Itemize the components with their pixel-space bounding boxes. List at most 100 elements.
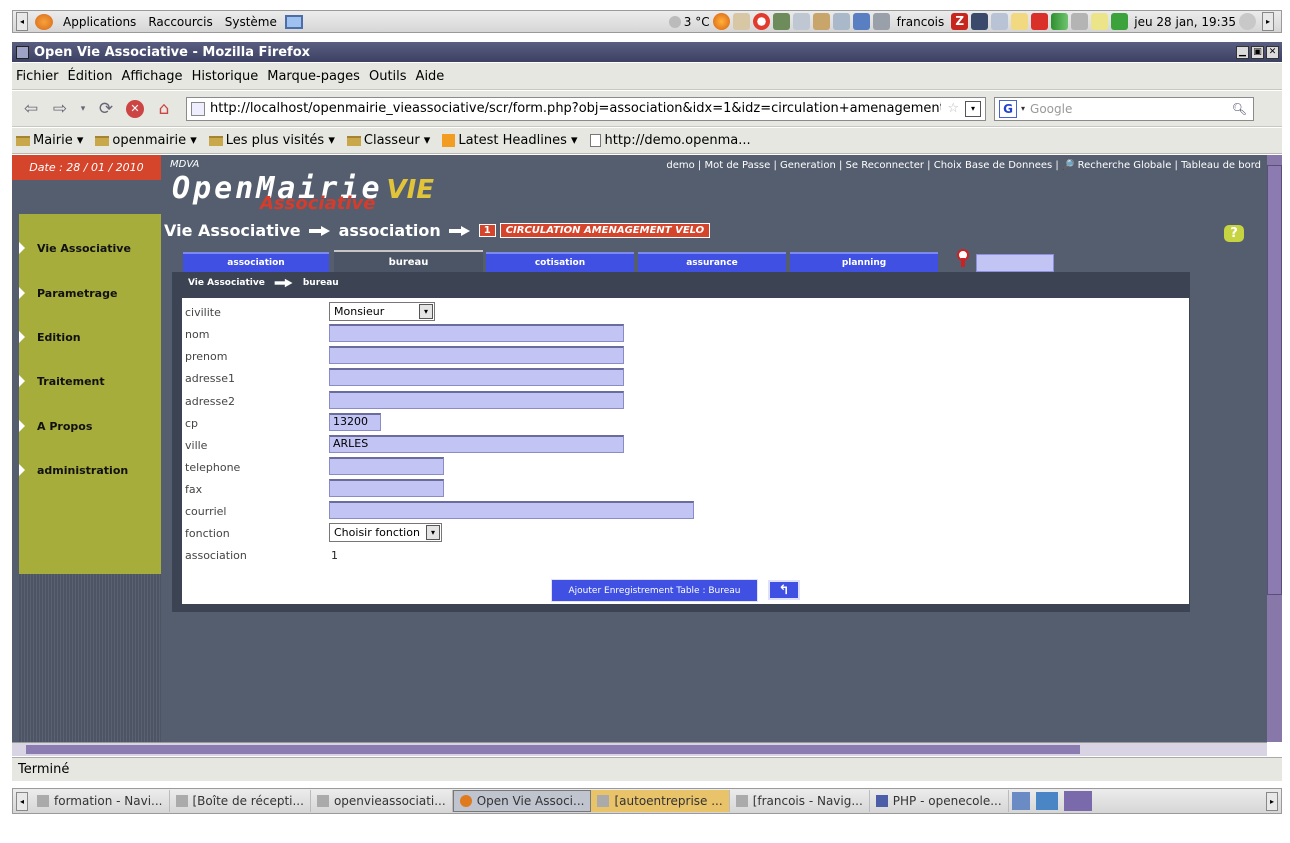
clock[interactable]: jeu 28 jan, 19:35 (1134, 15, 1236, 29)
add-record-button[interactable]: Ajouter Enregistrement Table : Bureau (551, 579, 758, 602)
url-dropdown-icon[interactable]: ▾ (965, 100, 981, 117)
lock-icon[interactable] (956, 249, 970, 267)
terminal-icon[interactable] (971, 13, 989, 30)
scrollbar-thumb[interactable] (26, 745, 1080, 754)
google-engine-icon[interactable]: G (999, 99, 1017, 118)
bookmark-most-visited[interactable]: Les plus visités ▾ (208, 133, 335, 148)
sidebar-item-traitement[interactable]: Traitement (19, 370, 161, 392)
sidebar-item-edition[interactable]: Edition (19, 326, 161, 348)
adresse2-input[interactable] (329, 391, 624, 409)
nom-input[interactable] (329, 324, 624, 342)
menu-applications[interactable]: Applications (63, 15, 136, 29)
network-tool-icon[interactable] (772, 13, 790, 30)
fonction-select[interactable]: Choisir fonction ▾ (329, 523, 442, 542)
top-links[interactable]: demo | Mot de Passe | Generation | Se Re… (666, 160, 1261, 171)
tab-planning[interactable]: planning (790, 252, 938, 272)
panel-right-arrow-icon[interactable]: ▸ (1262, 12, 1274, 31)
menu-affichage[interactable]: Affichage (121, 69, 182, 84)
back-arrow-icon[interactable]: ⇦ (18, 96, 44, 122)
trash-icon[interactable] (1035, 792, 1058, 810)
weather-temp[interactable]: 3 °C (684, 15, 710, 29)
courriel-input[interactable] (329, 501, 694, 519)
task-item[interactable]: [autoentreprise ... (591, 790, 730, 812)
taskbar-right-arrow-icon[interactable]: ▸ (1266, 791, 1278, 811)
signal-icon[interactable] (1051, 13, 1069, 30)
maximize-icon[interactable]: ▣ (1251, 45, 1264, 59)
volume-icon[interactable] (1071, 13, 1089, 30)
forward-arrow-icon[interactable]: ⇨ (47, 96, 73, 122)
url-text[interactable]: http://localhost/openmairie_vieassociati… (210, 101, 941, 116)
help-icon[interactable]: ? (1224, 225, 1244, 242)
reload-icon[interactable]: ⟳ (93, 96, 119, 122)
firefox-launcher-icon[interactable] (712, 13, 730, 30)
task-item[interactable]: PHP - openecole... (870, 790, 1009, 812)
bookmark-latest-headlines[interactable]: Latest Headlines ▾ (442, 133, 578, 148)
menu-outils[interactable]: Outils (369, 69, 407, 84)
quick-search-input[interactable] (976, 254, 1054, 272)
runner-icon[interactable] (1111, 13, 1129, 30)
sidebar-item-vie-associative[interactable]: Vie Associative (19, 237, 161, 259)
crumb-level-1[interactable]: Vie Associative (164, 221, 301, 240)
sidebar-item-administration[interactable]: administration (19, 459, 161, 481)
app-launcher-icon[interactable] (732, 13, 750, 30)
cp-input[interactable]: 13200 (329, 413, 381, 431)
menu-marque-pages[interactable]: Marque-pages (267, 69, 360, 84)
notes-icon[interactable] (1091, 13, 1109, 30)
workspace-icon[interactable] (1011, 792, 1030, 810)
taskbar-left-arrow-icon[interactable]: ◂ (16, 791, 28, 811)
task-item-active[interactable]: Open Vie Associ... (452, 790, 592, 812)
stop-icon[interactable]: ✕ (122, 96, 148, 122)
user-name[interactable]: francois (897, 15, 945, 29)
monitor-icon[interactable] (284, 14, 303, 29)
minimize-icon[interactable]: ▁ (1236, 45, 1249, 59)
horizontal-scrollbar[interactable] (12, 742, 1267, 756)
vertical-scrollbar[interactable] (1267, 155, 1282, 742)
task-item[interactable]: [Boîte de récepti... (170, 790, 311, 812)
task-item[interactable]: openvieassociati... (311, 790, 453, 812)
sidebar-item-parametrage[interactable]: Parametrage (19, 282, 161, 304)
filezilla-icon[interactable]: Z (951, 13, 969, 30)
drive-icon[interactable] (872, 13, 890, 30)
panel-left-arrow-icon[interactable]: ◂ (16, 12, 28, 31)
search-magnifier-icon[interactable]: 🔍︎ (1232, 102, 1247, 116)
scrollbar-thumb[interactable] (1267, 165, 1282, 595)
menu-aide[interactable]: Aide (416, 69, 445, 84)
close-window-icon[interactable]: ✕ (1266, 45, 1279, 59)
screen-icon[interactable] (991, 13, 1009, 30)
database-icon[interactable] (852, 13, 870, 30)
ville-input[interactable]: ARLES (329, 435, 624, 453)
sidebar-item-a-propos[interactable]: A Propos (19, 415, 161, 437)
bookmark-mairie[interactable]: Mairie ▾ (16, 133, 83, 148)
tab-assurance[interactable]: assurance (638, 252, 786, 272)
fax-input[interactable] (329, 479, 444, 497)
bookmark-star-icon[interactable]: ☆ (947, 101, 959, 116)
menu-edition[interactable]: Édition (68, 69, 113, 84)
prenom-input[interactable] (329, 346, 624, 364)
search-engine-dropdown-icon[interactable]: ▾ (1021, 104, 1025, 113)
task-item[interactable]: [francois - Navig... (730, 790, 870, 812)
lifebuoy-icon[interactable] (752, 13, 770, 30)
search-placeholder[interactable]: Google (1030, 102, 1072, 116)
civilite-select[interactable]: Monsieur ▾ (329, 302, 435, 321)
menu-historique[interactable]: Historique (192, 69, 259, 84)
search-box[interactable]: G ▾ Google 🔍︎ (994, 96, 1254, 121)
menu-systeme[interactable]: Système (225, 15, 277, 29)
home-icon[interactable]: ⌂ (151, 96, 177, 122)
url-bar[interactable]: http://localhost/openmairie_vieassociati… (186, 96, 986, 121)
window-titlebar[interactable]: Open Vie Associative - Mozilla Firefox ▁… (12, 42, 1282, 62)
mail-launcher-icon[interactable] (792, 13, 810, 30)
bookmark-classeur[interactable]: Classeur ▾ (346, 133, 430, 148)
settings-gear-icon[interactable] (1239, 13, 1256, 30)
task-item[interactable]: formation - Navi... (31, 790, 170, 812)
tab-association[interactable]: association (183, 252, 329, 272)
bookmark-openmairie[interactable]: openmairie ▾ (95, 133, 197, 148)
crumb-level-2[interactable]: association (339, 221, 441, 240)
telephone-input[interactable] (329, 457, 444, 475)
back-return-icon[interactable]: ↰ (768, 580, 800, 600)
update-icon[interactable] (1031, 13, 1049, 30)
tab-cotisation[interactable]: cotisation (486, 252, 634, 272)
menu-raccourcis[interactable]: Raccourcis (148, 15, 212, 29)
mail-notify-icon[interactable] (1011, 13, 1029, 30)
history-dropdown-icon[interactable]: ▾ (76, 96, 90, 122)
firefox-tray-icon[interactable] (1063, 791, 1092, 811)
